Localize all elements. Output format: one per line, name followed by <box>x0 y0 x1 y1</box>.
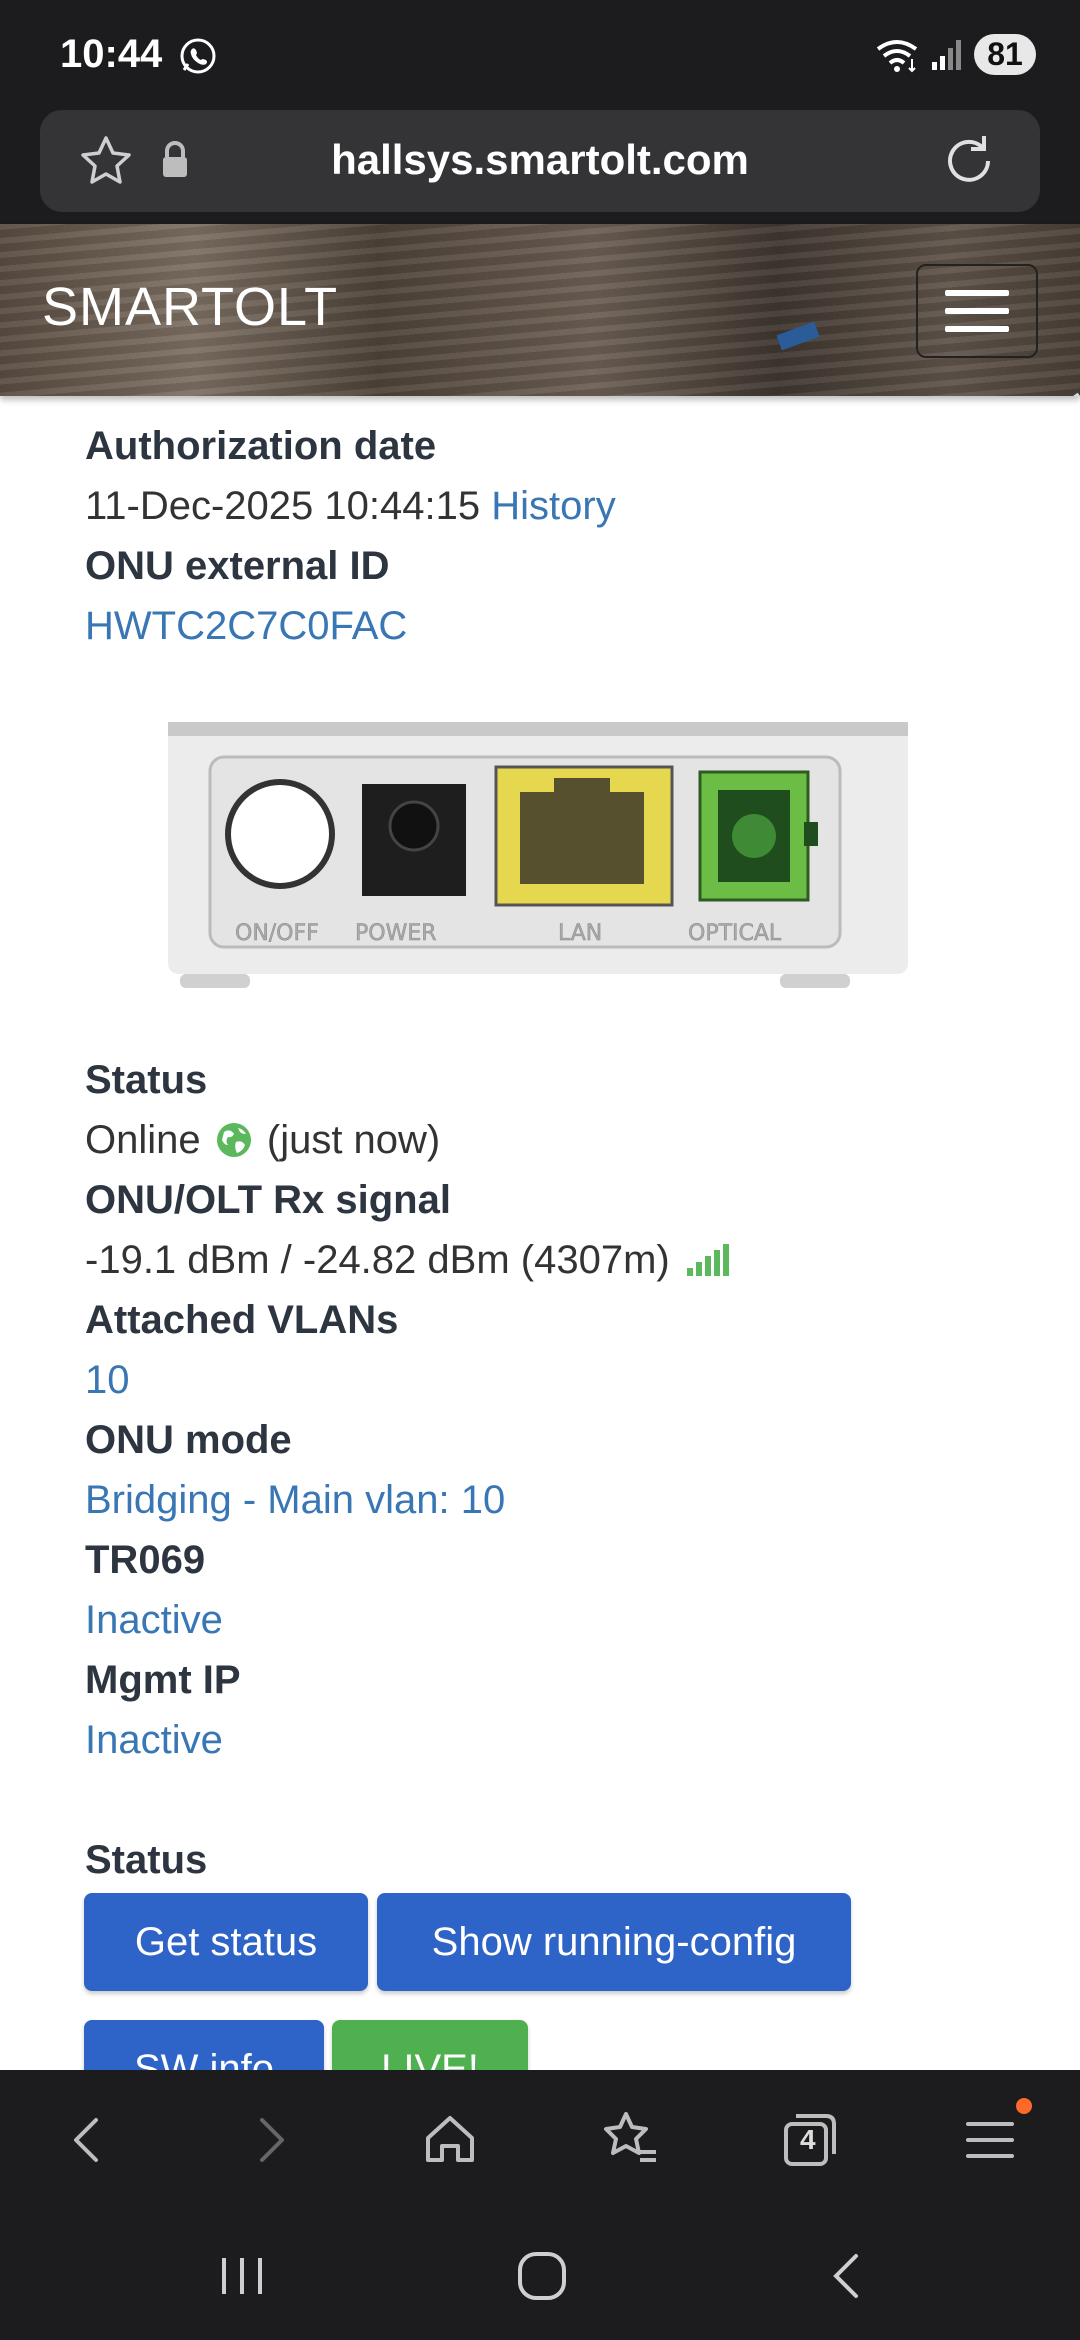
brand-logo[interactable]: SMARTOLT <box>42 276 338 338</box>
clock: 10:44 <box>60 32 163 76</box>
external-id-value[interactable]: HWTC2C7C0FAC <box>85 604 407 648</box>
port-label-onoff: ON/OFF <box>235 921 319 946</box>
status-row: Online (just now) <box>85 1110 440 1170</box>
port-label-lan: LAN <box>558 921 602 946</box>
authorization-date-label: Authorization date <box>85 424 437 468</box>
system-back-icon[interactable] <box>818 2248 878 2304</box>
status-icons: 81 <box>874 34 1036 75</box>
status-bar: 10:44 81 <box>0 0 1080 110</box>
vlans-label: Attached VLANs <box>85 1298 399 1342</box>
tr069-label: TR069 <box>85 1538 206 1582</box>
menu-bar-icon <box>945 308 1009 314</box>
actions-section-label: Status <box>85 1838 208 1882</box>
battery-indicator: 81 <box>974 34 1036 75</box>
bookmarks-icon[interactable] <box>596 2106 664 2174</box>
show-running-config-button[interactable]: Show running-config <box>377 1893 851 1991</box>
header-background-mark <box>776 321 820 351</box>
menu-bar-icon <box>945 326 1009 332</box>
forward-icon[interactable] <box>236 2106 304 2174</box>
rx-signal-label: ONU/OLT Rx signal <box>85 1178 451 1222</box>
browser-toolbar: 4 <box>0 2070 1080 2210</box>
site-header: SMARTOLT <box>0 224 1080 396</box>
home-button-icon[interactable] <box>512 2248 572 2304</box>
tab-count: 4 <box>800 2124 816 2155</box>
menu-icon[interactable] <box>956 2106 1024 2174</box>
status-label: Status <box>85 1058 208 1102</box>
port-label-power: POWER <box>355 921 437 946</box>
recent-apps-icon[interactable] <box>212 2248 272 2304</box>
back-icon[interactable] <box>54 2106 122 2174</box>
cellular-signal-icon <box>932 39 961 70</box>
notification-dot <box>1016 2098 1032 2114</box>
system-navigation-bar <box>0 2210 1080 2340</box>
menu-bar-icon <box>945 290 1009 296</box>
live-button[interactable]: LIVE! <box>332 2020 528 2070</box>
wifi-icon <box>876 39 918 72</box>
browser-top-bar: hallsys.smartolt.com <box>0 110 1080 224</box>
rx-signal-value: -19.1 dBm / -24.82 dBm (4307m) <box>85 1238 670 1282</box>
tr069-value[interactable]: Inactive <box>85 1598 223 1642</box>
vlans-value[interactable]: 10 <box>85 1358 130 1402</box>
signal-strength-icon <box>686 1244 729 1276</box>
buttons-overflow-clip: SW info LIVE! <box>0 2016 1080 2070</box>
header-background-stripe <box>963 392 1080 396</box>
authorization-date-row: 11-Dec-2025 10:44:15 History <box>85 476 616 536</box>
address-bar[interactable]: hallsys.smartolt.com <box>40 110 1040 212</box>
get-status-button[interactable]: Get status <box>84 1893 368 1991</box>
globe-online-icon <box>216 1123 251 1157</box>
authorization-date-value: 11-Dec-2025 10:44:15 <box>85 484 481 528</box>
status-value: Online <box>85 1118 201 1162</box>
status-time: (just now) <box>266 1118 441 1162</box>
mgmt-ip-value[interactable]: Inactive <box>85 1718 223 1762</box>
sw-info-button[interactable]: SW info <box>84 2020 324 2070</box>
url-text[interactable]: hallsys.smartolt.com <box>40 136 1040 184</box>
onu-device-image: ON/OFF POWER LAN OPTICAL <box>160 712 920 1012</box>
home-icon[interactable] <box>416 2106 484 2174</box>
onu-mode-label: ONU mode <box>85 1418 292 1462</box>
rx-signal-row: -19.1 dBm / -24.82 dBm (4307m) <box>85 1230 729 1290</box>
history-link[interactable]: History <box>491 484 615 528</box>
menu-toggle-button[interactable] <box>916 264 1038 358</box>
mgmt-ip-label: Mgmt IP <box>85 1658 241 1702</box>
external-id-label: ONU external ID <box>85 544 390 588</box>
viber-icon <box>180 38 216 74</box>
reload-icon[interactable] <box>938 130 1000 192</box>
onu-mode-value[interactable]: Bridging - Main vlan: 10 <box>85 1478 505 1522</box>
port-label-optical: OPTICAL <box>688 921 782 946</box>
